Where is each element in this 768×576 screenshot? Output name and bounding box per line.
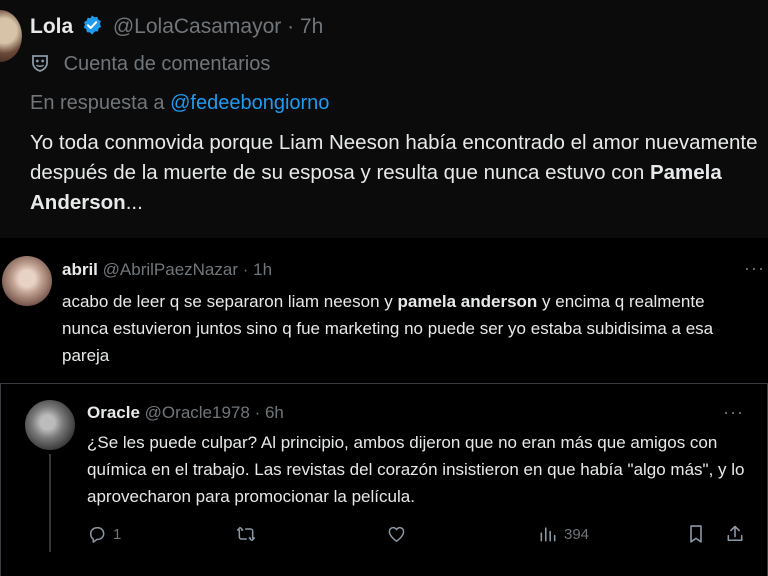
reply-handle-link[interactable]: @fedeebongiorno — [170, 92, 329, 114]
bookmark-button[interactable] — [687, 524, 705, 544]
views-button[interactable]: 394 — [538, 524, 589, 544]
reply-icon — [87, 524, 107, 544]
repost-button[interactable] — [235, 524, 257, 544]
community-name: Cuenta de comentarios — [63, 53, 271, 75]
separator-dot: · — [287, 15, 295, 38]
timestamp[interactable]: 1h — [253, 260, 272, 279]
author-handle[interactable]: @Oracle1978 — [145, 403, 250, 422]
repost-icon — [235, 524, 257, 544]
tweet-lola[interactable]: Lola @LolaCasamayor · 7h Cuenta de comen… — [0, 0, 768, 238]
heart-icon — [386, 524, 407, 544]
avatar[interactable] — [2, 256, 52, 306]
timestamp[interactable]: 6h — [265, 403, 284, 422]
author-handle[interactable]: @AbrilPaezNazar — [103, 260, 238, 279]
more-options-icon[interactable]: ··· — [744, 258, 765, 279]
tweet-text-ellipsis: ... — [125, 191, 143, 214]
separator-dot: · — [254, 403, 261, 422]
reply-context: En respuesta a @fedeebongiorno — [30, 92, 329, 115]
tweet-abril[interactable]: abril @AbrilPaezNazar · 1h ··· acabo de … — [0, 238, 768, 383]
tweet-header: Lola @LolaCasamayor · 7h — [30, 14, 323, 42]
reply-count: 1 — [113, 525, 122, 543]
tweet-header: Oracle @Oracle1978 · 6h — [87, 403, 284, 423]
tweet-text: ¿Se les puede culpar? Al principio, ambo… — [87, 433, 745, 506]
analytics-icon — [538, 524, 558, 544]
tweet-text: Yo toda conmovida porque Liam Neeson hab… — [30, 128, 760, 218]
bookmark-icon — [687, 524, 705, 544]
tweet-text-part: acabo de leer q se separaron liam neeson… — [62, 292, 398, 311]
tweet-text: acabo de leer q se separaron liam neeson… — [62, 288, 752, 369]
author-name[interactable]: Oracle — [87, 403, 140, 422]
avatar[interactable] — [25, 400, 75, 450]
reply-button[interactable]: 1 — [87, 524, 121, 544]
tweet-text-part: Yo toda conmovida porque Liam Neeson hab… — [30, 131, 758, 184]
separator-dot: · — [242, 260, 249, 279]
verified-badge-icon — [81, 14, 103, 42]
community-label[interactable]: Cuenta de comentarios — [30, 53, 270, 79]
thread-line — [49, 454, 51, 552]
tweet-oracle[interactable]: Oracle @Oracle1978 · 6h ··· ¿Se les pued… — [0, 384, 768, 576]
community-icon — [30, 53, 50, 79]
views-count: 394 — [564, 525, 590, 543]
like-button[interactable] — [386, 524, 407, 544]
avatar[interactable] — [0, 10, 22, 62]
author-name[interactable]: Lola — [30, 15, 73, 38]
tweet-text-bold: pamela anderson — [397, 292, 538, 311]
author-handle[interactable]: @LolaCasamayor — [113, 15, 281, 38]
share-icon — [725, 524, 745, 544]
reply-prefix: En respuesta a — [30, 92, 165, 114]
author-name[interactable]: abril — [62, 260, 98, 279]
tweet-header: abril @AbrilPaezNazar · 1h — [62, 260, 272, 280]
share-button[interactable] — [725, 524, 745, 544]
timestamp[interactable]: 7h — [300, 15, 323, 38]
more-options-icon[interactable]: ··· — [723, 402, 744, 423]
